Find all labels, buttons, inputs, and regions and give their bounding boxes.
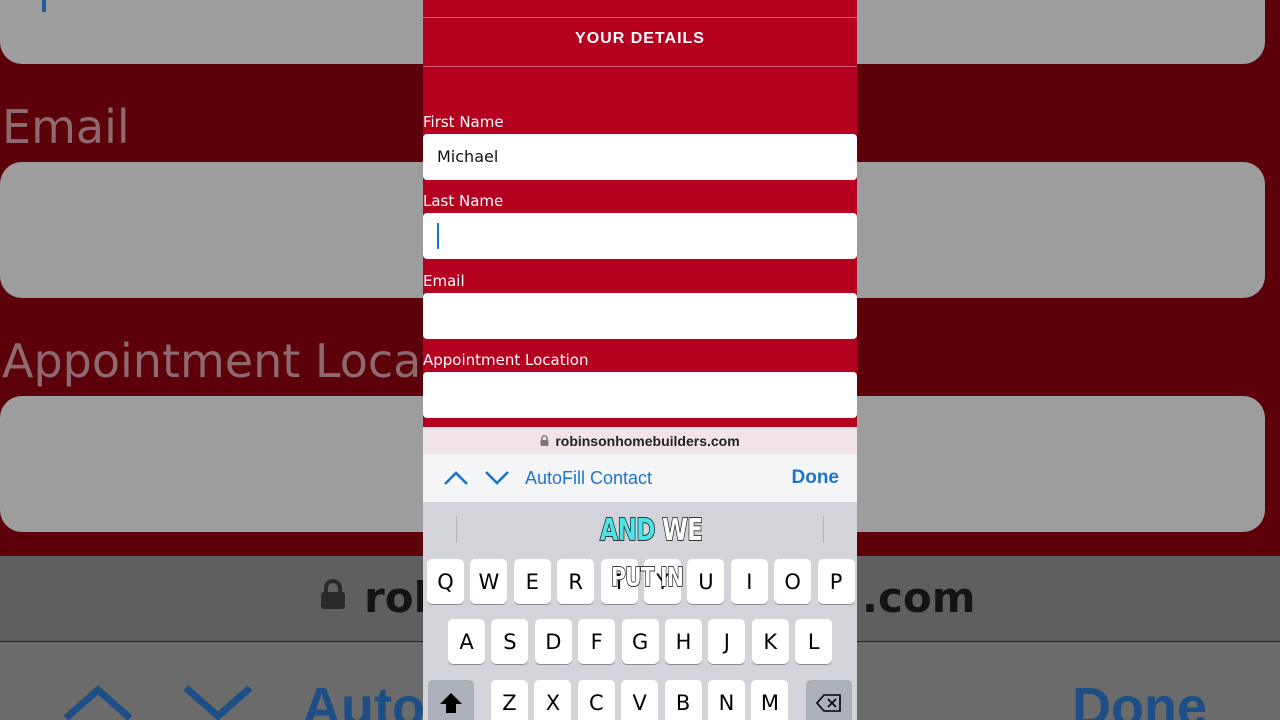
browser-url-bar[interactable]: robinsonhomebuilders.com bbox=[423, 427, 857, 454]
email-label: Email bbox=[423, 272, 465, 290]
key-j[interactable]: J bbox=[708, 619, 746, 664]
background-lock-icon bbox=[321, 579, 345, 609]
done-button[interactable]: Done bbox=[792, 467, 840, 489]
key-u[interactable]: U bbox=[687, 559, 725, 604]
first-name-label: First Name bbox=[423, 113, 504, 131]
previous-field-chevron-up-icon[interactable] bbox=[443, 466, 469, 490]
shift-arrow-icon bbox=[440, 692, 462, 713]
lock-icon bbox=[540, 435, 549, 446]
key-o[interactable]: O bbox=[774, 559, 812, 604]
key-e[interactable]: E bbox=[513, 559, 551, 604]
delete-key[interactable] bbox=[806, 680, 852, 720]
section-heading: YOUR DETAILS bbox=[575, 30, 705, 47]
email-field[interactable] bbox=[423, 293, 857, 339]
url-text: robinsonhomebuilders.com bbox=[555, 432, 740, 449]
background-caret bbox=[42, 0, 46, 12]
key-v[interactable]: V bbox=[621, 680, 659, 720]
first-name-field[interactable]: Michael bbox=[423, 134, 857, 180]
background-autofill-text: Auto bbox=[302, 677, 425, 720]
background-chevron-up-icon bbox=[63, 685, 133, 720]
key-n[interactable]: N bbox=[708, 680, 745, 720]
key-b[interactable]: B bbox=[664, 680, 702, 720]
key-a[interactable]: A bbox=[448, 619, 485, 664]
key-c[interactable]: C bbox=[577, 680, 615, 720]
text-caret bbox=[437, 223, 439, 249]
next-field-chevron-down-icon[interactable] bbox=[484, 466, 510, 490]
divider-top bbox=[423, 17, 857, 18]
key-l[interactable]: L bbox=[795, 619, 833, 664]
background-label-email: Email bbox=[2, 100, 130, 154]
background-label-location: Appointment Locat bbox=[2, 334, 440, 388]
backspace-icon bbox=[816, 693, 841, 712]
last-name-label: Last Name bbox=[423, 192, 504, 210]
key-z[interactable]: Z bbox=[491, 680, 528, 720]
key-q[interactable]: Q bbox=[427, 559, 464, 604]
autofill-contact-button[interactable]: AutoFill Contact bbox=[525, 468, 652, 489]
caption-word: WE bbox=[662, 512, 704, 549]
shift-key[interactable] bbox=[428, 680, 474, 720]
key-i[interactable]: I bbox=[730, 559, 768, 604]
suggestion-divider bbox=[456, 516, 457, 542]
appointment-location-field[interactable] bbox=[423, 372, 857, 418]
key-s[interactable]: S bbox=[491, 619, 529, 664]
key-h[interactable]: H bbox=[665, 619, 702, 664]
key-r[interactable]: R bbox=[557, 559, 595, 604]
last-name-field[interactable] bbox=[423, 213, 857, 259]
suggestion-divider bbox=[823, 516, 824, 542]
phone-screen: YOUR DETAILS First Name Michael Last Nam… bbox=[423, 0, 857, 720]
background-done-text: Done bbox=[1072, 677, 1207, 720]
appointment-location-label: Appointment Location bbox=[423, 351, 589, 369]
divider-bottom bbox=[423, 66, 857, 67]
key-w[interactable]: W bbox=[470, 559, 508, 604]
key-g[interactable]: G bbox=[621, 619, 659, 664]
key-f[interactable]: F bbox=[578, 619, 616, 664]
key-m[interactable]: M bbox=[751, 680, 789, 720]
key-k[interactable]: K bbox=[751, 619, 789, 664]
video-caption-line1: AND WE bbox=[599, 512, 704, 549]
key-x[interactable]: X bbox=[534, 680, 572, 720]
key-p[interactable]: P bbox=[817, 559, 855, 604]
key-d[interactable]: D bbox=[534, 619, 572, 664]
keyboard-accessory-bar: AutoFill Contact Done bbox=[423, 454, 857, 503]
background-chevron-down-icon bbox=[183, 685, 253, 720]
background-url-end: .com bbox=[862, 573, 976, 622]
caption-highlight-word: AND bbox=[599, 512, 656, 549]
video-caption-line2: PUT IN bbox=[610, 562, 684, 594]
